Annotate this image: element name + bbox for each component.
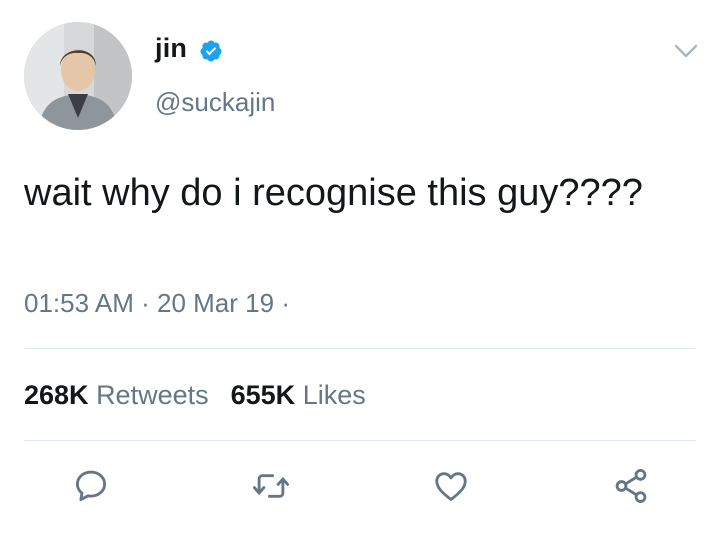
retweet-icon xyxy=(252,474,290,498)
meta-separator: · xyxy=(141,288,150,318)
chevron-down-icon[interactable] xyxy=(673,41,699,61)
tweet-date: 20 Mar 19 xyxy=(157,288,275,318)
avatar[interactable] xyxy=(24,22,132,130)
like-icon xyxy=(435,472,467,501)
share-button[interactable] xyxy=(611,466,651,506)
tweet-text: wait why do i recognise this guy???? xyxy=(24,172,643,214)
retweets-label: Retweets xyxy=(96,380,209,410)
tweet-stats: 268K Retweets 655K Likes xyxy=(24,378,366,412)
retweets-count: 268K xyxy=(24,380,89,410)
meta-separator: · xyxy=(281,288,290,318)
profile-photo xyxy=(24,22,132,130)
like-button[interactable] xyxy=(431,466,471,506)
reply-icon xyxy=(75,470,107,502)
share-icon xyxy=(615,469,647,503)
tweet-time: 01:53 AM xyxy=(24,288,134,318)
likes-count: 655K xyxy=(230,380,296,410)
verified-badge-icon xyxy=(200,40,222,62)
divider xyxy=(24,348,696,349)
retweet-button[interactable] xyxy=(251,466,291,506)
user-handle[interactable]: @suckajin xyxy=(155,86,275,118)
display-name[interactable]: jin xyxy=(155,32,187,64)
retweets-stat[interactable]: 268K Retweets xyxy=(24,380,209,410)
divider xyxy=(24,440,696,441)
tweet-timestamp[interactable]: 01:53 AM · 20 Mar 19 · xyxy=(24,285,290,321)
reply-button[interactable] xyxy=(71,466,111,506)
likes-stat[interactable]: 655K Likes xyxy=(231,380,366,410)
likes-label: Likes xyxy=(302,380,366,410)
